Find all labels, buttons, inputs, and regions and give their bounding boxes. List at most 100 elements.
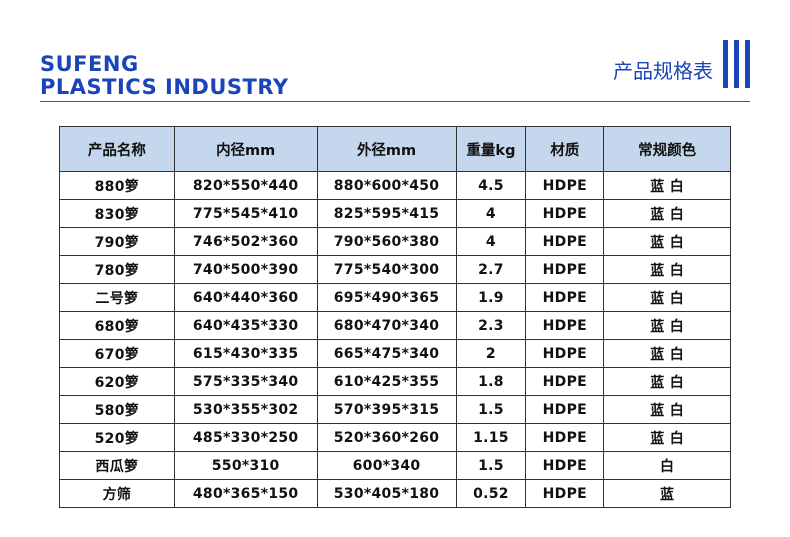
inner-size-cell: 640*435*330 <box>173 311 318 340</box>
spec-table: 产品名称 内径mm 外径mm 重量kg 材质 常规颜色 880箩 820*550*… <box>59 126 731 508</box>
weight-cell: 1.15 <box>455 423 527 452</box>
material-cell: HDPE <box>525 423 605 452</box>
weight-cell: 1.8 <box>455 367 527 396</box>
product-name-cell: 520箩 <box>59 423 175 452</box>
brand-line-2: PLASTICS INDUSTRY <box>40 75 289 99</box>
table-header-row: 产品名称 内径mm 外径mm 重量kg 材质 常规颜色 <box>59 126 731 172</box>
material-cell: HDPE <box>525 227 605 256</box>
weight-cell: 4 <box>455 227 527 256</box>
brand-logo-text: SUFENG PLASTICS INDUSTRY <box>40 53 289 99</box>
inner-size-cell: 575*335*340 <box>173 367 318 396</box>
material-cell: HDPE <box>525 451 605 480</box>
weight-cell: 1.5 <box>455 451 527 480</box>
product-name-cell: 620箩 <box>59 367 175 396</box>
weight-cell: 4.5 <box>455 171 527 200</box>
color-cell: 白 <box>603 451 731 480</box>
inner-size-cell: 530*355*302 <box>173 395 318 424</box>
table-row: 780箩 740*500*390 775*540*300 2.7 HDPE 蓝 白 <box>59 255 731 284</box>
inner-size-cell: 480*365*150 <box>173 479 318 508</box>
table-row: 790箩 746*502*360 790*560*380 4 HDPE 蓝 白 <box>59 227 731 256</box>
bar-1 <box>723 40 728 88</box>
outer-size-cell: 665*475*340 <box>316 339 457 368</box>
product-name-cell: 670箩 <box>59 339 175 368</box>
column-header: 重量kg <box>455 126 527 172</box>
outer-size-cell: 610*425*355 <box>316 367 457 396</box>
product-name-cell: 580箩 <box>59 395 175 424</box>
outer-size-cell: 695*490*365 <box>316 283 457 312</box>
color-cell: 蓝 白 <box>603 227 731 256</box>
bar-2 <box>734 40 739 88</box>
inner-size-cell: 615*430*335 <box>173 339 318 368</box>
material-cell: HDPE <box>525 395 605 424</box>
weight-cell: 2.3 <box>455 311 527 340</box>
color-cell: 蓝 白 <box>603 171 731 200</box>
inner-size-cell: 485*330*250 <box>173 423 318 452</box>
color-cell: 蓝 白 <box>603 255 731 284</box>
outer-size-cell: 530*405*180 <box>316 479 457 508</box>
material-cell: HDPE <box>525 171 605 200</box>
page-header: 产品规格表 <box>613 40 750 88</box>
color-cell: 蓝 白 <box>603 367 731 396</box>
color-cell: 蓝 白 <box>603 339 731 368</box>
color-cell: 蓝 白 <box>603 423 731 452</box>
inner-size-cell: 820*550*440 <box>173 171 318 200</box>
column-header: 常规颜色 <box>603 126 731 172</box>
color-cell: 蓝 白 <box>603 311 731 340</box>
brand-line-1: SUFENG <box>40 52 139 76</box>
inner-size-cell: 775*545*410 <box>173 199 318 228</box>
product-name-cell: 680箩 <box>59 311 175 340</box>
column-header: 外径mm <box>316 126 457 172</box>
material-cell: HDPE <box>525 339 605 368</box>
table-row: 680箩 640*435*330 680*470*340 2.3 HDPE 蓝 白 <box>59 311 731 340</box>
table-row: 880箩 820*550*440 880*600*450 4.5 HDPE 蓝 白 <box>59 171 731 200</box>
material-cell: HDPE <box>525 367 605 396</box>
table-row: 580箩 530*355*302 570*395*315 1.5 HDPE 蓝 白 <box>59 395 731 424</box>
color-cell: 蓝 白 <box>603 283 731 312</box>
column-header: 产品名称 <box>59 126 175 172</box>
product-name-cell: 830箩 <box>59 199 175 228</box>
weight-cell: 0.52 <box>455 479 527 508</box>
outer-size-cell: 570*395*315 <box>316 395 457 424</box>
table-row: 620箩 575*335*340 610*425*355 1.8 HDPE 蓝 白 <box>59 367 731 396</box>
color-cell: 蓝 白 <box>603 199 731 228</box>
material-cell: HDPE <box>525 255 605 284</box>
outer-size-cell: 680*470*340 <box>316 311 457 340</box>
table-row: 520箩 485*330*250 520*360*260 1.15 HDPE 蓝 白 <box>59 423 731 452</box>
column-header: 内径mm <box>173 126 318 172</box>
material-cell: HDPE <box>525 311 605 340</box>
weight-cell: 2.7 <box>455 255 527 284</box>
outer-size-cell: 880*600*450 <box>316 171 457 200</box>
outer-size-cell: 775*540*300 <box>316 255 457 284</box>
table-row: 二号箩 640*440*360 695*490*365 1.9 HDPE 蓝 白 <box>59 283 731 312</box>
outer-size-cell: 790*560*380 <box>316 227 457 256</box>
inner-size-cell: 550*310 <box>173 451 318 480</box>
inner-size-cell: 640*440*360 <box>173 283 318 312</box>
weight-cell: 4 <box>455 199 527 228</box>
table-row: 方筛 480*365*150 530*405*180 0.52 HDPE 蓝 <box>59 479 731 508</box>
material-cell: HDPE <box>525 283 605 312</box>
header-divider <box>40 101 750 102</box>
product-name-cell: 780箩 <box>59 255 175 284</box>
material-cell: HDPE <box>525 199 605 228</box>
weight-cell: 1.9 <box>455 283 527 312</box>
product-name-cell: 方筛 <box>59 479 175 508</box>
outer-size-cell: 600*340 <box>316 451 457 480</box>
outer-size-cell: 825*595*415 <box>316 199 457 228</box>
inner-size-cell: 740*500*390 <box>173 255 318 284</box>
page-title: 产品规格表 <box>613 59 713 83</box>
product-name-cell: 西瓜箩 <box>59 451 175 480</box>
product-name-cell: 880箩 <box>59 171 175 200</box>
column-header: 材质 <box>525 126 605 172</box>
outer-size-cell: 520*360*260 <box>316 423 457 452</box>
product-name-cell: 二号箩 <box>59 283 175 312</box>
table-row: 670箩 615*430*335 665*475*340 2 HDPE 蓝 白 <box>59 339 731 368</box>
color-cell: 蓝 <box>603 479 731 508</box>
bar-3 <box>745 40 750 88</box>
decorative-bars-icon <box>723 40 750 88</box>
weight-cell: 2 <box>455 339 527 368</box>
color-cell: 蓝 白 <box>603 395 731 424</box>
spec-table-body: 880箩 820*550*440 880*600*450 4.5 HDPE 蓝 白 830箩… <box>59 171 731 508</box>
table-row: 西瓜箩 550*310 600*340 1.5 HDPE 白 <box>59 451 731 480</box>
inner-size-cell: 746*502*360 <box>173 227 318 256</box>
product-name-cell: 790箩 <box>59 227 175 256</box>
